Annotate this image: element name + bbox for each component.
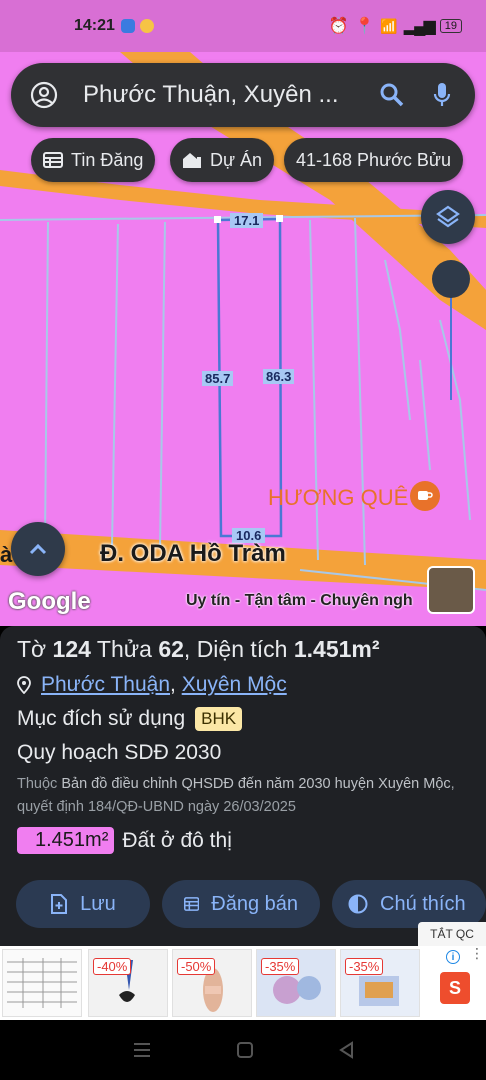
chip-projects[interactable]: Dự Án: [170, 138, 275, 182]
chip-location[interactable]: 41-168 Phước Bửu: [284, 138, 463, 182]
ad-thumb-3[interactable]: -50%: [172, 949, 252, 1017]
purpose-label: Mục đích sử dụng: [17, 707, 186, 730]
microphone-icon[interactable]: [427, 80, 457, 110]
parcel-label: Thửa: [96, 636, 152, 662]
app-notification-icon: [120, 19, 135, 33]
google-logo: Google: [8, 588, 91, 615]
shopee-logo-icon[interactable]: S: [440, 972, 470, 1004]
expand-panel-button[interactable]: [11, 522, 65, 576]
action-buttons: Lưu Đăng bán Chú thích: [16, 880, 486, 928]
ad-thumb-4[interactable]: -35%: [256, 949, 336, 1017]
account-icon[interactable]: [29, 80, 59, 110]
save-button[interactable]: Lưu: [16, 880, 150, 928]
chevron-up-icon: [29, 543, 47, 555]
district-link[interactable]: Xuyên Mộc: [182, 673, 287, 696]
system-status-icons: ⏰ 📍 📶 ▂▄▆ 19: [329, 16, 462, 36]
discount-badge: -50%: [177, 958, 216, 975]
home-icon[interactable]: [236, 1041, 254, 1059]
map-ad-thumbnail[interactable]: [427, 566, 475, 614]
recent-apps-icon[interactable]: [132, 1042, 152, 1058]
post-sale-button[interactable]: Đăng bán: [162, 880, 320, 928]
legend-label: Chú thích: [380, 892, 466, 915]
desc-main: Bản đồ điều chỉnh QHSDĐ đến năm 2030 huy…: [61, 776, 451, 792]
search-bar[interactable]: Phước Thuận, Xuyên ...: [11, 63, 475, 127]
smiley-notification-icon: [139, 19, 154, 33]
area-label: Diện tích: [196, 636, 288, 662]
desc-prefix: Thuộc: [17, 776, 58, 792]
post-sale-label: Đăng bán: [211, 892, 298, 915]
search-icon[interactable]: [377, 80, 407, 110]
chip-label: Dự Án: [210, 149, 263, 170]
land-type-label: Đất ở đô thị: [122, 828, 232, 852]
save-label: Lưu: [80, 892, 116, 915]
dim-left-label: 85.7: [202, 371, 234, 386]
ad-close-tag[interactable]: TẮT QC: [418, 922, 486, 946]
opacity-slider-handle[interactable]: [432, 260, 470, 298]
parcel-number: 62: [158, 636, 184, 662]
dim-right-label: 86.3: [263, 369, 295, 384]
map-ad-text: Uy tín - Tận tâm - Chuyên ngh: [186, 592, 413, 609]
file-add-icon: [51, 894, 68, 914]
signal-icon: ▂▄▆: [403, 18, 436, 35]
plan-title: Quy hoạch SDĐ 2030: [17, 741, 222, 764]
battery-icon: 19: [439, 19, 462, 33]
area-value: 1.451m²: [293, 636, 380, 662]
ad-thumb-1[interactable]: [2, 949, 82, 1017]
location-row: Phước Thuận, Xuyên Mộc: [17, 673, 469, 697]
notification-icons: [120, 19, 154, 33]
contrast-icon: [348, 894, 368, 914]
discount-badge: -40%: [93, 958, 132, 975]
sheet-label: Tờ: [17, 636, 47, 662]
layers-icon: [436, 205, 460, 228]
ad-thumb-5[interactable]: -35%: [340, 949, 420, 1017]
ward-link[interactable]: Phước Thuận: [41, 673, 170, 696]
road-label: Đ. ODA Hồ Tràm: [100, 540, 286, 567]
dim-top-label: 17.1: [230, 213, 264, 228]
discount-badge: -35%: [345, 958, 384, 975]
layers-button[interactable]: [421, 190, 475, 244]
status-time: 14:21: [74, 17, 115, 34]
listing-icon: [184, 897, 200, 911]
back-icon[interactable]: [338, 1041, 354, 1059]
location-icon: 📍: [354, 18, 375, 35]
ad-menu-icon[interactable]: ⋮: [470, 946, 484, 960]
area-badge: 1.451m²: [17, 827, 115, 855]
listing-icon: [43, 152, 63, 168]
purpose-code-badge[interactable]: BHK: [195, 707, 243, 731]
sheet-number: 124: [52, 636, 91, 662]
cafe-icon[interactable]: [410, 481, 440, 511]
poi-label[interactable]: HƯƠNG QUÊ: [268, 485, 408, 511]
wifi-icon: 📶: [380, 17, 398, 34]
purpose-row: Mục đích sử dụng BHK: [17, 707, 469, 731]
legend-button[interactable]: Chú thích: [332, 880, 486, 928]
alarm-icon: ⏰: [328, 18, 349, 35]
system-nav-bar: [0, 1020, 486, 1080]
chip-label: 41-168 Phước Bửu: [296, 149, 451, 170]
ad-thumb-2[interactable]: -40%: [88, 949, 168, 1017]
land-use-row: 1.451m² Đất ở đô thị: [17, 827, 469, 855]
discount-badge: -35%: [261, 958, 300, 975]
status-bar: 14:21 ⏰ 📍 📶 ▂▄▆ 19: [0, 0, 486, 52]
ad-info-icon[interactable]: i: [446, 950, 460, 964]
building-icon: [183, 153, 201, 168]
parcel-title: Tờ 124 Thửa 62, Diện tích 1.451m²: [17, 636, 380, 662]
pin-icon: [17, 676, 31, 694]
plan-description: Thuộc Bản đồ điều chỉnh QHSDĐ đến năm 20…: [17, 773, 469, 819]
ad-banner[interactable]: -40% -50% -35% -35% i ⋮ S: [0, 946, 486, 1020]
chip-listings[interactable]: Tin Đăng: [31, 138, 156, 182]
chip-label: Tin Đăng: [71, 149, 144, 170]
search-input[interactable]: Phước Thuận, Xuyên ...: [83, 81, 377, 109]
